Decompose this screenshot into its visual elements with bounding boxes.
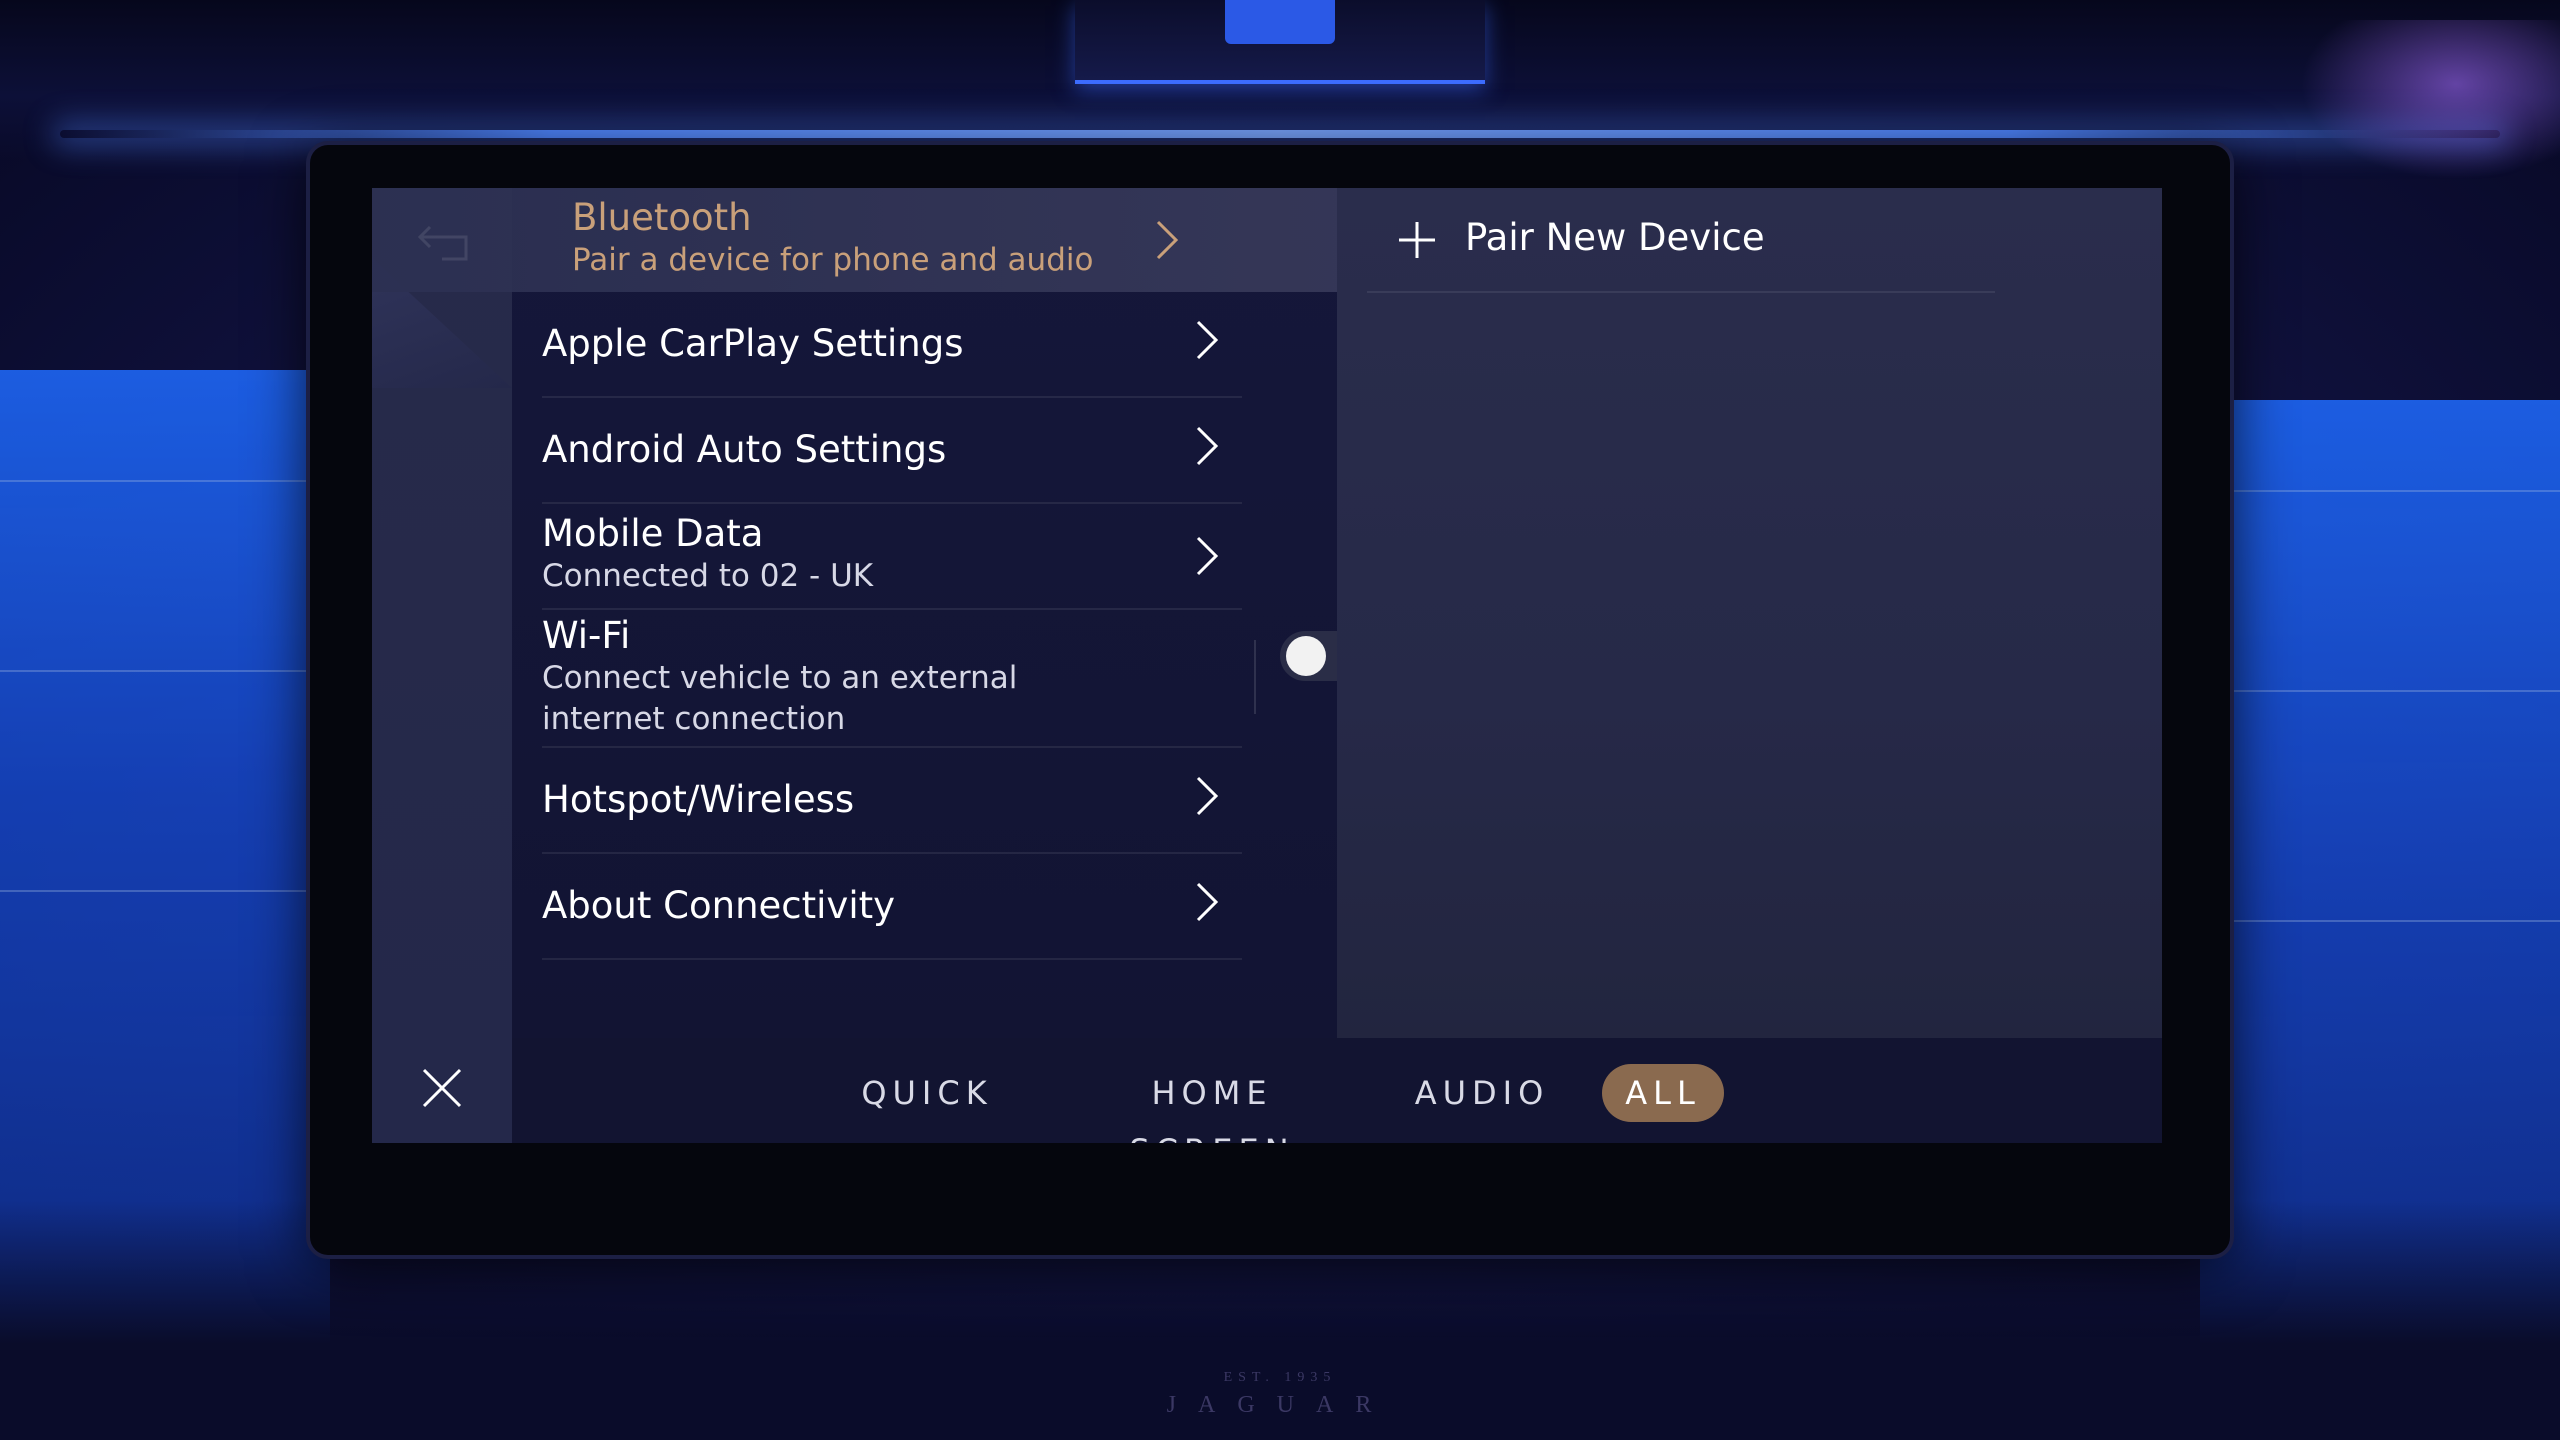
list-item-apple-carplay[interactable]: Apple CarPlay Settings bbox=[542, 292, 1242, 398]
close-button[interactable] bbox=[412, 1058, 472, 1118]
list-item-subtitle: internet connection bbox=[542, 701, 846, 737]
list-item-bluetooth[interactable]: Bluetooth Pair a device for phone and au… bbox=[372, 188, 1337, 292]
list-item-title: About Connectivity bbox=[542, 884, 895, 927]
list-item-title: Apple CarPlay Settings bbox=[542, 322, 964, 365]
list-item-subtitle: Pair a device for phone and audio bbox=[572, 242, 1094, 278]
list-item-subtitle: Connect vehicle to an external bbox=[542, 660, 1018, 696]
list-item-wifi: Wi-Fi Connect vehicle to an external int… bbox=[542, 610, 1242, 748]
ambient-light-strip bbox=[60, 130, 2500, 138]
infotainment-screen: Bluetooth Pair a device for phone and au… bbox=[372, 188, 2162, 1143]
left-rail bbox=[372, 188, 512, 1143]
list-item-hotspot[interactable]: Hotspot/Wireless bbox=[542, 748, 1242, 854]
list-item-title: Android Auto Settings bbox=[542, 428, 947, 471]
tab-all[interactable]: ALL bbox=[1602, 1064, 1724, 1122]
list-item-mobile-data[interactable]: Mobile Data Connected to 02 - UK bbox=[542, 504, 1242, 610]
chevron-right-icon bbox=[1196, 882, 1219, 922]
chevron-right-icon bbox=[1196, 776, 1219, 816]
ambient-light-glow bbox=[2300, 20, 2560, 180]
tab-audio[interactable]: AUDIO bbox=[1407, 1064, 1557, 1122]
pair-new-device-button[interactable]: Pair New Device bbox=[1367, 188, 1995, 293]
list-item-subtitle: Connected to 02 - UK bbox=[542, 558, 874, 594]
chevron-right-icon bbox=[1196, 426, 1219, 466]
bottom-tab-bar: QUICK HOME SCREEN AUDIO ALL bbox=[512, 1038, 2162, 1143]
list-item-title: Wi-Fi bbox=[542, 614, 631, 657]
close-icon bbox=[422, 1068, 462, 1108]
pair-new-device-label: Pair New Device bbox=[1465, 216, 1765, 259]
list-item-about-connectivity[interactable]: About Connectivity bbox=[542, 854, 1242, 960]
brand-emblem: EST. 1935 JAGUAR bbox=[1120, 1370, 1440, 1419]
list-item-title: Mobile Data bbox=[542, 512, 764, 555]
connectivity-list: Bluetooth Pair a device for phone and au… bbox=[372, 188, 1376, 1038]
list-item-title: Hotspot/Wireless bbox=[542, 778, 855, 821]
plus-icon bbox=[1399, 222, 1435, 258]
chevron-right-icon bbox=[1196, 320, 1219, 360]
chevron-right-icon bbox=[1156, 220, 1179, 260]
detail-panel: Pair New Device bbox=[1337, 188, 2162, 1038]
chevron-right-icon bbox=[1196, 536, 1219, 576]
list-item-title: Bluetooth bbox=[572, 196, 752, 239]
brand-established: EST. 1935 bbox=[1223, 1370, 1337, 1385]
toggle-knob bbox=[1286, 636, 1326, 676]
tab-home-screen[interactable]: HOME SCREEN bbox=[1067, 1064, 1357, 1143]
list-item-android-auto[interactable]: Android Auto Settings bbox=[542, 398, 1242, 504]
center-air-vent bbox=[1075, 0, 1485, 84]
brand-name: JAGUAR bbox=[1166, 1392, 1394, 1418]
tab-quick[interactable]: QUICK bbox=[852, 1064, 1002, 1122]
